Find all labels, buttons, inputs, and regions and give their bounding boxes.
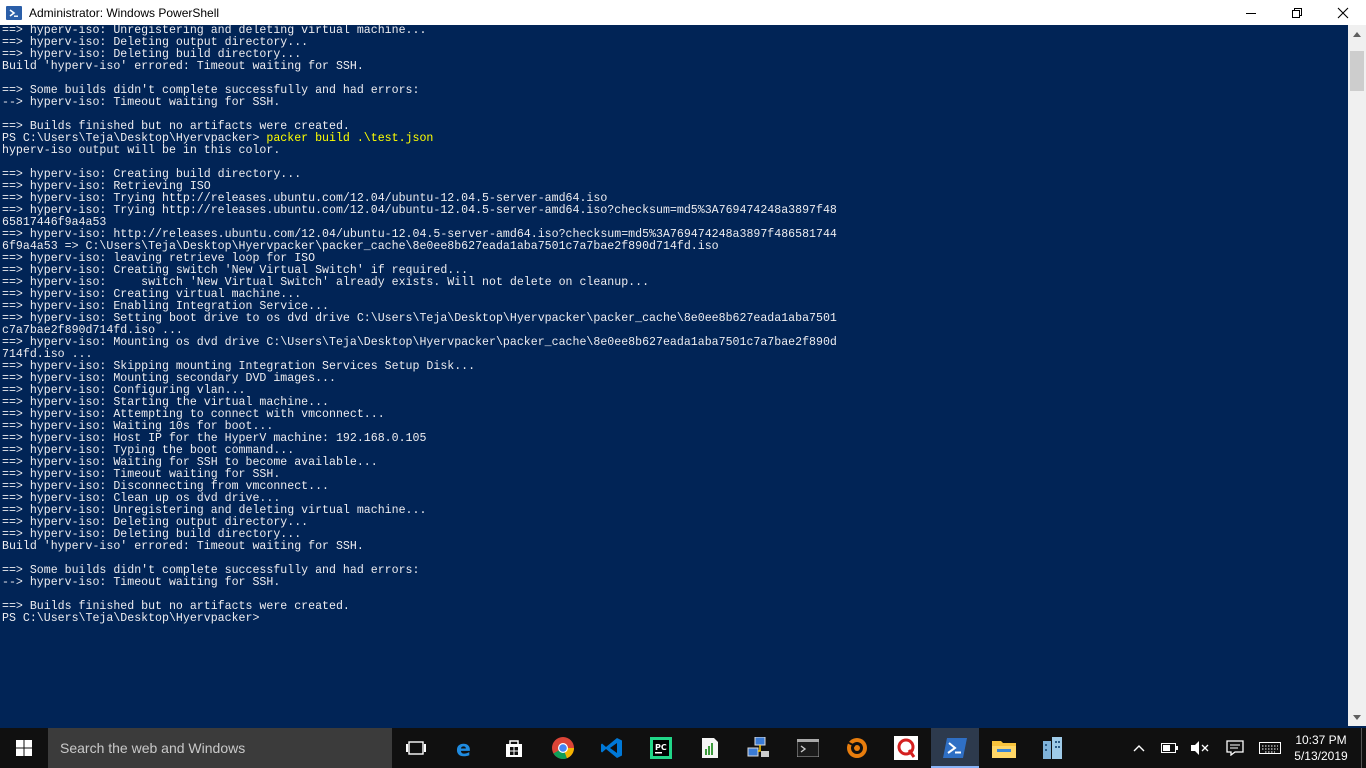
close-button[interactable] [1320, 0, 1366, 25]
scroll-up-icon [1353, 31, 1361, 37]
vscode-button[interactable] [588, 728, 636, 768]
show-hidden-icons-button[interactable] [1128, 728, 1150, 768]
search-placeholder: Search the web and Windows [60, 740, 246, 756]
scrollbar-thumb[interactable] [1350, 51, 1364, 91]
console-line: --> hyperv-iso: Timeout waiting for SSH. [2, 577, 1348, 589]
keyboard-icon [1259, 742, 1281, 754]
edge-button[interactable]: e [441, 728, 489, 768]
edge-icon: e [456, 737, 471, 759]
volume-muted-icon [1191, 741, 1209, 755]
keyboard-button[interactable] [1256, 728, 1284, 768]
restore-button[interactable] [1274, 0, 1320, 25]
chrome-icon [552, 737, 574, 759]
console-line: Build 'hyperv-iso' errored: Timeout wait… [2, 61, 1348, 73]
console-line-text: ==> hyperv-iso: Mounting os dvd drive C:… [2, 336, 837, 349]
windows-logo-icon [16, 740, 32, 756]
store-icon [506, 740, 522, 757]
blender-button[interactable] [833, 728, 881, 768]
clock-date: 5/13/2019 [1294, 749, 1348, 763]
console-line-text: PS C:\Users\Teja\Desktop\Hyervpacker> [2, 612, 260, 625]
svg-text:PC: PC [655, 743, 667, 752]
clock-time: 10:37 PM [1295, 733, 1347, 747]
console-line-text: Build 'hyperv-iso' errored: Timeout wait… [2, 60, 364, 73]
notifications-button[interactable] [1222, 728, 1248, 768]
console-line: --> hyperv-iso: Timeout waiting for SSH. [2, 97, 1348, 109]
volume-button[interactable] [1188, 728, 1212, 768]
console-line: PS C:\Users\Teja\Desktop\Hyervpacker> [2, 613, 1348, 625]
close-icon [1337, 7, 1349, 18]
file-explorer-icon [992, 741, 1016, 758]
file-explorer-button[interactable] [980, 728, 1028, 768]
console-line-text: hyperv-iso output will be in this color. [2, 144, 281, 157]
spreadsheet-button[interactable] [686, 728, 734, 768]
show-desktop-button[interactable] [1361, 728, 1366, 768]
scroll-down-button[interactable] [1348, 708, 1366, 726]
console-line: ==> hyperv-iso: Setting boot drive to os… [2, 313, 1348, 325]
terminal-button[interactable] [784, 728, 832, 768]
task-view-button[interactable] [392, 728, 440, 768]
network-icon [747, 737, 769, 757]
pycharm-icon: PC [650, 737, 672, 759]
console-line-text: --> hyperv-iso: Timeout waiting for SSH. [2, 576, 281, 589]
powershell-app-icon [6, 5, 22, 20]
terminal-icon [797, 739, 819, 757]
chrome-button[interactable] [539, 728, 587, 768]
restore-icon [1292, 7, 1302, 18]
scroll-up-button[interactable] [1348, 25, 1366, 43]
start-button[interactable] [0, 728, 48, 768]
qlik-button[interactable] [882, 728, 930, 768]
console-text: ==> hyperv-iso: Unregistering and deleti… [2, 25, 1348, 625]
console-line-text: ==> hyperv-iso: Trying http://releases.u… [2, 204, 837, 217]
console-line: ==> hyperv-iso: Trying http://releases.u… [2, 205, 1348, 217]
console-line: ==> hyperv-iso: Mounting os dvd drive C:… [2, 337, 1348, 349]
qlik-icon [894, 736, 918, 760]
clock[interactable]: 10:37 PM 5/13/2019 [1286, 728, 1356, 768]
svg-text:e: e [456, 737, 471, 759]
search-box[interactable]: Search the web and Windows [48, 728, 392, 768]
pycharm-button[interactable]: PC [637, 728, 685, 768]
minimize-icon [1246, 12, 1256, 14]
battery-button[interactable] [1158, 728, 1182, 768]
building-icon [1043, 737, 1062, 759]
building-app-button[interactable] [1029, 728, 1077, 768]
vscode-icon [601, 738, 622, 758]
spreadsheet-icon [702, 738, 718, 758]
title-bar[interactable]: Administrator: Windows PowerShell [0, 0, 1366, 25]
console-line: Build 'hyperv-iso' errored: Timeout wait… [2, 541, 1348, 553]
battery-icon [1161, 743, 1178, 753]
window-title: Administrator: Windows PowerShell [29, 5, 220, 20]
powershell-icon [943, 738, 967, 758]
typed-command: packer build .\test.json [266, 132, 434, 145]
minimize-button[interactable] [1228, 0, 1274, 25]
action-center-icon [1226, 740, 1244, 756]
console-line: hyperv-iso output will be in this color. [2, 145, 1348, 157]
task-view-icon [406, 741, 426, 755]
console-output[interactable]: ==> hyperv-iso: Unregistering and deleti… [2, 25, 1348, 726]
store-button[interactable] [490, 728, 538, 768]
vertical-scrollbar[interactable] [1348, 25, 1366, 726]
powershell-taskbar-button[interactable] [931, 728, 979, 768]
network-button[interactable] [735, 728, 783, 768]
console-line-text: --> hyperv-iso: Timeout waiting for SSH. [2, 96, 281, 109]
taskbar: Search the web and Windows e PC 10:37 PM… [0, 728, 1366, 768]
blender-icon [846, 738, 867, 758]
console-line-text: Build 'hyperv-iso' errored: Timeout wait… [2, 540, 364, 553]
scroll-down-icon [1353, 714, 1361, 720]
chevron-up-icon [1133, 745, 1145, 752]
